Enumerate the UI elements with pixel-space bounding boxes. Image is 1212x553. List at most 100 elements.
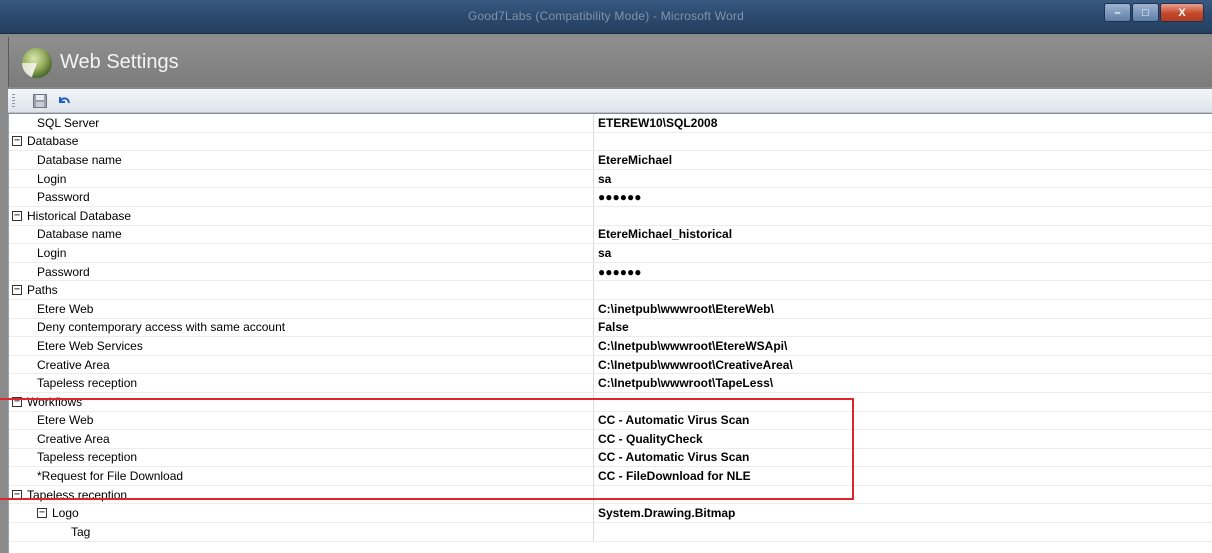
property-name-cell[interactable]: *Request for File Download — [9, 467, 594, 485]
property-row[interactable]: Login sa — [9, 169, 1212, 189]
property-row[interactable]: Database name EtereMichael_historical — [9, 225, 1212, 245]
property-name-cell[interactable]: − Logo — [9, 504, 594, 523]
property-name-cell[interactable]: − Paths — [9, 281, 594, 299]
property-row[interactable]: Deny contemporary access with same accou… — [9, 318, 1212, 338]
property-name-cell[interactable]: Creative Area — [9, 430, 594, 448]
close-button[interactable]: X — [1160, 3, 1204, 22]
property-value-cell[interactable]: sa — [594, 170, 1212, 188]
property-name-cell[interactable]: Login — [9, 169, 594, 188]
property-row[interactable]: *Request for File Download CC - FileDownl… — [9, 467, 1212, 486]
property-name-cell[interactable]: Etere Web — [9, 299, 594, 318]
property-name-label: Password — [37, 190, 90, 205]
maximize-button[interactable]: □ — [1132, 3, 1159, 22]
property-value-cell[interactable] — [594, 207, 1212, 225]
property-row[interactable]: SQL Server ETEREW10\SQL2008 — [9, 114, 1212, 133]
property-name-cell[interactable]: − Workflows — [9, 392, 594, 411]
property-value-label: EtereMichael_historical — [598, 227, 733, 242]
property-value-cell[interactable]: EtereMichael — [594, 151, 1212, 169]
property-name-cell[interactable]: Password — [9, 188, 594, 206]
property-row[interactable]: Password ●●●●●● — [9, 262, 1212, 282]
property-value-cell[interactable] — [594, 523, 1212, 541]
property-name-cell[interactable]: Creative Area — [9, 355, 594, 374]
floppy-disk-icon[interactable] — [32, 93, 48, 109]
property-value-cell[interactable]: CC - Automatic Virus Scan — [594, 449, 1212, 467]
category-row[interactable]: − Historical Database — [9, 206, 1212, 226]
settings-header: Web Settings — [8, 37, 1212, 87]
property-name-label: Workflows — [27, 394, 83, 409]
collapse-toggle-icon[interactable]: − — [37, 508, 47, 519]
category-row[interactable]: − Tapeless reception — [9, 485, 1212, 505]
property-value-cell[interactable]: C:\Inetpub\wwwroot\TapeLess\ — [594, 374, 1212, 392]
property-name-cell[interactable]: Etere Web — [9, 411, 594, 430]
property-name-label: Database — [27, 134, 79, 149]
collapse-toggle-icon[interactable]: − — [12, 285, 22, 296]
property-row[interactable]: − Logo System.Drawing.Bitmap — [9, 504, 1212, 524]
property-name-label: Creative Area — [37, 357, 110, 372]
collapse-toggle-icon[interactable]: − — [12, 136, 22, 147]
property-row[interactable]: Tapeless reception C:\Inetpub\wwwroot\Tap… — [9, 374, 1212, 393]
property-value-cell[interactable] — [594, 486, 1212, 504]
property-value-label: C:\inetpub\wwwroot\EtereWeb\ — [598, 301, 774, 316]
property-value-cell[interactable] — [594, 393, 1212, 411]
property-row[interactable]: Password ●●●●●● — [9, 188, 1212, 207]
property-value-cell[interactable]: CC - FileDownload for NLE — [594, 467, 1212, 485]
property-name-cell[interactable]: Tapeless reception — [9, 448, 594, 467]
property-name-label: Etere Web Services — [37, 338, 143, 353]
property-name-label: Login — [37, 245, 67, 260]
category-row[interactable]: − Database — [9, 132, 1212, 152]
property-value-label: ●●●●●● — [598, 264, 642, 279]
property-name-label: Etere Web — [37, 301, 94, 316]
property-row[interactable]: Creative Area CC - QualityCheck — [9, 430, 1212, 449]
property-name-cell[interactable]: Tapeless reception — [9, 374, 594, 392]
property-value-cell[interactable]: ETEREW10\SQL2008 — [594, 114, 1212, 132]
property-value-label: C:\Inetpub\wwwroot\EtereWSApi\ — [598, 338, 788, 353]
property-name-cell[interactable]: Password — [9, 262, 594, 281]
property-name-cell[interactable]: − Historical Database — [9, 206, 594, 225]
property-name-cell[interactable]: − Tapeless reception — [9, 485, 594, 504]
property-row[interactable]: Tag — [9, 523, 1212, 542]
minimize-button[interactable]: – — [1104, 3, 1131, 22]
category-row[interactable]: − Workflows — [9, 392, 1212, 412]
property-value-cell[interactable]: False — [594, 319, 1212, 337]
property-value-cell[interactable]: C:\Inetpub\wwwroot\CreativeArea\ — [594, 356, 1212, 374]
property-value-cell[interactable]: sa — [594, 244, 1212, 262]
property-name-cell[interactable]: Database name — [9, 151, 594, 169]
property-row[interactable]: Login sa — [9, 244, 1212, 263]
property-value-cell[interactable] — [594, 133, 1212, 151]
property-name-cell[interactable]: SQL Server — [9, 114, 594, 132]
collapse-toggle-icon[interactable]: − — [12, 396, 22, 407]
property-value-label: CC - QualityCheck — [598, 431, 703, 446]
property-name-label: Tag — [71, 524, 91, 539]
property-value-cell[interactable]: C:\Inetpub\wwwroot\EtereWSApi\ — [594, 337, 1212, 355]
property-value-cell[interactable]: ●●●●●● — [594, 263, 1212, 281]
property-name-cell[interactable]: − Database — [9, 132, 594, 151]
property-row[interactable]: Etere Web CC - Automatic Virus Scan — [9, 411, 1212, 431]
category-row[interactable]: − Paths — [9, 281, 1212, 300]
undo-arrow-icon[interactable] — [56, 93, 72, 109]
globe-logo-highlight — [22, 48, 52, 78]
property-value-cell[interactable]: CC - Automatic Virus Scan — [594, 412, 1212, 430]
property-value-cell[interactable]: EtereMichael_historical — [594, 226, 1212, 244]
property-value-cell[interactable]: C:\inetpub\wwwroot\EtereWeb\ — [594, 300, 1212, 318]
property-value-cell[interactable] — [594, 281, 1212, 299]
property-row[interactable]: Creative Area C:\Inetpub\wwwroot\Creative… — [9, 355, 1212, 375]
property-value-cell[interactable]: System.Drawing.Bitmap — [594, 504, 1212, 522]
property-name-cell[interactable]: Database name — [9, 225, 594, 244]
property-row[interactable]: Etere Web Services C:\Inetpub\wwwroot\Ete… — [9, 337, 1212, 356]
property-name-cell[interactable]: Login — [9, 244, 594, 262]
collapse-toggle-icon[interactable]: − — [12, 210, 22, 221]
property-value-cell[interactable]: CC - QualityCheck — [594, 430, 1212, 448]
toolbar-grip[interactable] — [12, 94, 15, 108]
property-name-cell[interactable]: Deny contemporary access with same accou… — [9, 318, 594, 337]
collapse-toggle-icon[interactable]: − — [12, 489, 22, 500]
property-row[interactable]: Database name EtereMichael — [9, 151, 1212, 170]
property-value-cell[interactable]: ●●●●●● — [594, 188, 1212, 206]
property-name-cell[interactable]: Tag — [9, 523, 594, 541]
property-name-cell[interactable]: Etere Web Services — [9, 337, 594, 355]
property-name-label: Tapeless reception — [27, 487, 128, 502]
property-value-label: C:\Inetpub\wwwroot\TapeLess\ — [598, 376, 774, 391]
property-row[interactable]: Tapeless reception CC - Automatic Virus S… — [9, 448, 1212, 468]
property-value-label: CC - Automatic Virus Scan — [598, 413, 750, 428]
property-row[interactable]: Etere Web C:\inetpub\wwwroot\EtereWeb\ — [9, 299, 1212, 319]
property-value-label: ●●●●●● — [598, 190, 642, 205]
